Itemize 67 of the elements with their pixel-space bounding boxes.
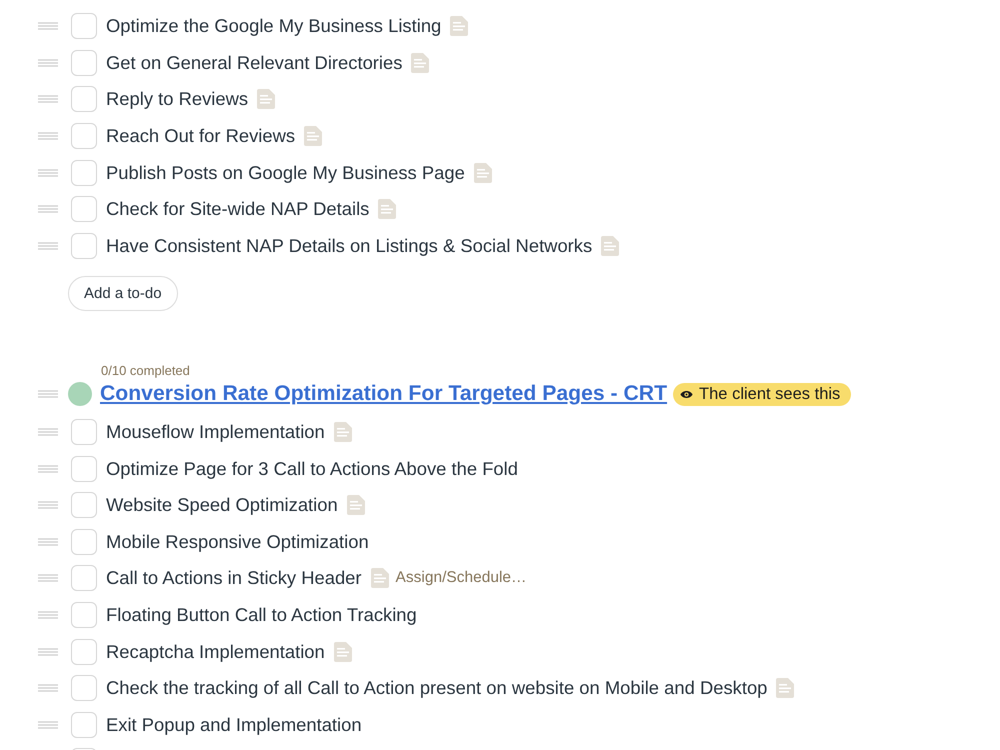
todo-title[interactable]: Get on General Relevant Directories: [106, 52, 402, 74]
drag-handle-icon[interactable]: [38, 168, 58, 177]
notes-icon[interactable]: [378, 199, 396, 220]
notes-icon[interactable]: [334, 642, 352, 662]
todo-checkbox[interactable]: [71, 418, 97, 445]
todo-checkbox[interactable]: [71, 528, 97, 555]
drag-handle-icon[interactable]: [38, 132, 58, 140]
todo-checkbox[interactable]: [71, 86, 97, 112]
drag-handle-icon[interactable]: [38, 95, 58, 104]
todo-title[interactable]: Mouseflow Implementation: [106, 420, 325, 443]
todo-title[interactable]: Recaptcha Implementation: [106, 640, 325, 663]
drag-handle-icon[interactable]: [38, 464, 58, 473]
drag-handle-icon[interactable]: [38, 428, 58, 436]
todo-checkbox[interactable]: [71, 712, 97, 738]
todo-title[interactable]: Call to Actions in Sticky Header: [106, 567, 362, 590]
todo-checkbox[interactable]: [71, 196, 97, 222]
drag-handle-icon[interactable]: [38, 242, 58, 250]
todo-title[interactable]: Mobile Responsive Optimization: [106, 530, 369, 553]
drag-handle-icon[interactable]: [38, 538, 58, 546]
notes-icon[interactable]: [601, 236, 620, 256]
todo-title[interactable]: Reach Out for Reviews: [106, 125, 296, 148]
assign-schedule-link[interactable]: Assign/Schedule…: [396, 569, 527, 588]
drag-handle-icon[interactable]: [38, 648, 58, 656]
todo-title[interactable]: Exit Popup and Implementation: [106, 714, 362, 736]
drag-handle-icon[interactable]: [38, 22, 58, 30]
drag-handle-icon[interactable]: [38, 574, 58, 582]
todo-checkbox[interactable]: [71, 160, 97, 186]
todo-checkbox[interactable]: [71, 13, 97, 40]
notes-icon[interactable]: [304, 126, 322, 146]
todo-title[interactable]: Reply to Reviews: [106, 88, 248, 110]
add-todo-button[interactable]: Add a to-do: [68, 276, 178, 312]
notes-icon[interactable]: [474, 162, 492, 183]
notes-icon[interactable]: [334, 422, 352, 442]
eye-icon: [680, 390, 694, 399]
notes-icon[interactable]: [370, 568, 389, 588]
todo-checkbox[interactable]: [71, 638, 97, 665]
todo-title[interactable]: Website Speed Optimization: [106, 494, 338, 516]
notes-icon[interactable]: [776, 678, 794, 698]
todo-checkbox[interactable]: [71, 675, 97, 702]
todo-checkbox[interactable]: [71, 123, 97, 150]
todo-checkbox[interactable]: [71, 492, 97, 518]
badge-label: The client sees this: [699, 384, 840, 404]
notes-icon[interactable]: [346, 495, 365, 516]
todo-title[interactable]: Publish Posts on Google My Business Page: [106, 162, 465, 184]
todo-title[interactable]: Floating Button Call to Action Tracking: [106, 604, 417, 626]
todo-checkbox[interactable]: [71, 456, 97, 482]
drag-handle-icon[interactable]: [38, 684, 58, 692]
todo-title[interactable]: Optimize Page for 3 Call to Actions Above the Fold: [106, 458, 518, 480]
notes-icon[interactable]: [450, 16, 468, 36]
drag-handle-icon[interactable]: [38, 58, 58, 67]
drag-handle-icon[interactable]: [38, 501, 58, 510]
todo-title[interactable]: Check for Site-wide NAP Details: [106, 198, 370, 220]
progress-count: 0/10 completed: [101, 363, 190, 380]
todo-checkbox[interactable]: [71, 50, 97, 76]
todo-checkbox[interactable]: [71, 232, 97, 259]
todo-checkbox[interactable]: [71, 565, 97, 592]
list-title-link[interactable]: Conversion Rate Optimization For Targeted Pages - CRT: [100, 382, 668, 406]
notes-icon[interactable]: [257, 89, 276, 110]
drag-handle-icon[interactable]: [38, 610, 58, 619]
todo-checkbox[interactable]: [71, 602, 97, 628]
todo-title[interactable]: Check the tracking of all Call to Action present on website on Mobile and Desktop: [106, 677, 768, 700]
drag-handle-icon[interactable]: [38, 390, 58, 398]
todo-title[interactable]: Optimize the Google My Business Listing: [106, 15, 442, 38]
todo-title[interactable]: Have Consistent NAP Details on Listings & Social Networks: [106, 234, 592, 257]
drag-handle-icon[interactable]: [38, 205, 58, 214]
drag-handle-icon[interactable]: [38, 720, 58, 729]
notes-icon[interactable]: [411, 52, 430, 73]
